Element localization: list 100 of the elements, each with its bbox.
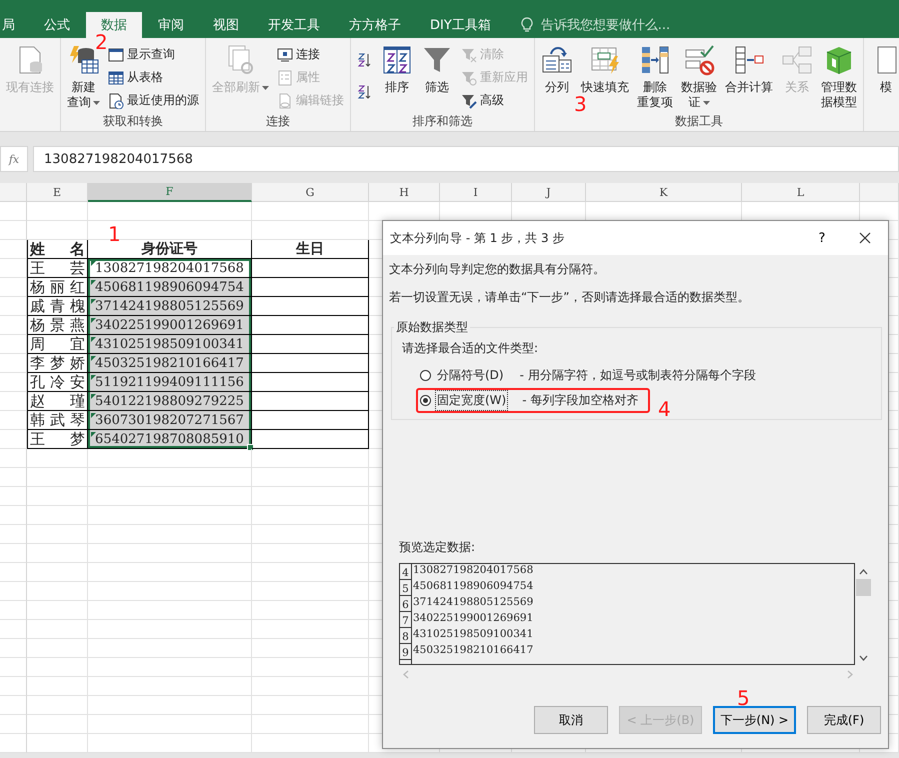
step-number: 3 [574,92,587,116]
ribbon-button[interactable]: 筛选 [419,42,455,113]
row-header[interactable] [0,335,27,354]
dialog-button[interactable]: 下一步(N) > [713,706,796,734]
ribbon-button[interactable]: 高级 [459,90,530,111]
column-header[interactable]: K [586,183,742,202]
radio-button[interactable] [420,395,431,406]
row-header[interactable] [0,297,27,316]
insert-function-button[interactable]: fx [0,146,28,172]
row-header[interactable] [0,240,27,259]
grid-cell [27,620,88,639]
ribbon-button[interactable]: 管理数 据模型 [819,42,859,113]
column-header[interactable]: I [440,183,512,202]
ribbon-tab[interactable]: 视图 [200,12,252,38]
ribbon-button[interactable]: 合并计算 [723,42,775,113]
row-header[interactable] [0,544,27,563]
row-header[interactable] [0,316,27,335]
row-header[interactable] [0,354,27,373]
preview-row-number: 8 [400,628,412,644]
table-cell: 450325198210166417 [88,354,252,373]
radio-button[interactable] [420,370,431,381]
row-header[interactable] [0,563,27,582]
column-header[interactable]: E [27,183,88,202]
table-cell: 360730198207271567 [88,411,252,430]
preview-row-number: 5 [400,580,412,596]
ribbon-tab[interactable]: 开发工具 [255,12,333,38]
table-cell: 450681198906094754 [88,278,252,297]
row-header[interactable] [0,506,27,525]
row-header[interactable] [0,734,27,753]
row-header[interactable] [0,278,27,297]
ribbon-button[interactable]: 模 [868,42,899,131]
monitor-icon [277,46,293,62]
ribbon-tab[interactable]: 公式 [31,12,83,38]
lightbulb-icon [520,17,533,33]
row-header[interactable] [0,582,27,601]
ribbon-button[interactable]: 从表格 [106,67,201,88]
dialog-button[interactable]: 完成(F) [807,706,881,734]
row-header[interactable] [0,430,27,449]
option-description: - 用分隔字符，如逗号或制表符分隔每个字段 [520,367,756,384]
select-all-corner[interactable] [0,183,27,202]
column-header[interactable]: F [88,183,252,202]
ribbon-button[interactable]: 连接 [275,44,346,65]
grid-cell [27,221,88,240]
column-header[interactable]: L [742,183,860,202]
scroll-right-icon[interactable] [847,670,853,679]
row-header[interactable] [0,468,27,487]
document-link-icon [277,92,293,108]
column-header[interactable]: G [252,183,369,202]
row-header[interactable] [0,392,27,411]
column-header[interactable]: H [369,183,440,202]
dialog-button[interactable]: 取消 [534,706,608,734]
relationship-icon [781,44,813,76]
preview-row-text: 450681198906094754 [412,580,534,594]
row-header[interactable] [0,696,27,715]
row-header[interactable] [0,221,27,240]
radio-label[interactable]: 分隔符号(D) [435,365,506,386]
row-header[interactable] [0,601,27,620]
row-header[interactable] [0,525,27,544]
scroll-thumb[interactable] [856,579,871,596]
list-icon [277,70,293,86]
preview-row-number: 7 [400,612,412,628]
table-cell: 431025198509100341 [88,335,252,354]
formula-field[interactable]: 130827198204017568 [33,146,899,172]
ribbon-tab[interactable]: 方方格子 [336,12,414,38]
row-header[interactable] [0,658,27,677]
ribbon-tab[interactable]: DIY工具箱 [417,12,504,38]
tell-me-field[interactable]: 告诉我您想要做什么... [538,16,743,34]
row-header[interactable] [0,715,27,734]
row-header[interactable] [0,487,27,506]
radio-label[interactable]: 固定宽度(W) [435,390,508,411]
row-header[interactable] [0,259,27,278]
row-header[interactable] [0,620,27,639]
ribbon-button[interactable]: 数据验 证 [679,42,719,113]
ribbon-tab[interactable]: 局 [0,12,15,38]
row-header[interactable] [0,373,27,392]
grid-cell [27,487,88,506]
row-header[interactable] [0,677,27,696]
scroll-down-icon[interactable] [859,655,868,661]
help-button[interactable]: ? [802,230,842,246]
ribbon-button[interactable]: 排序 [379,42,415,113]
grid-cell [27,715,88,734]
sort-icon [381,44,413,76]
grid-cell [27,658,88,677]
table-cell: 生日 [252,240,369,259]
row-header[interactable] [0,202,27,221]
ribbon-button[interactable]: 最近使用的源 [106,90,201,111]
ribbon-tab[interactable]: 审阅 [145,12,197,38]
scroll-up-icon[interactable] [859,569,868,575]
fill-handle[interactable] [247,444,254,451]
row-header[interactable] [0,449,27,468]
ribbon-button[interactable]: 删除 重复项 [635,42,675,113]
row-header[interactable] [0,639,27,658]
row-header[interactable] [0,411,27,430]
ribbon-button[interactable]: 分列 [539,42,575,113]
column-header[interactable] [860,183,899,202]
column-header[interactable]: J [512,183,586,202]
columns-arrow-icon [639,44,671,76]
ribbon-button[interactable]: 显示查询 [106,44,201,65]
scroll-left-icon[interactable] [403,670,409,679]
preview-row-number: 6 [400,596,412,612]
